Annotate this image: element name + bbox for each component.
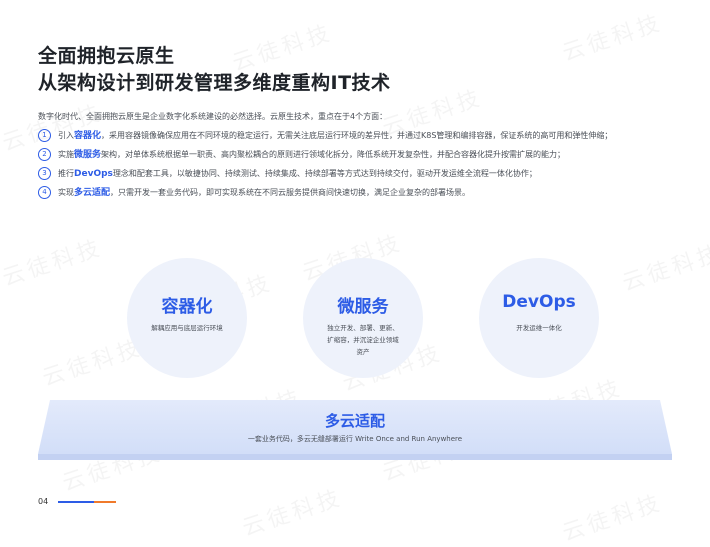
watermark: 云徒科技 [618,235,710,298]
watermark: 云徒科技 [558,485,667,547]
item-text: ，采用容器镜像确保应用在不同环境的稳定运行，无需关注底层运行环境的差异性，并通过… [101,131,613,140]
number-badge: 1 [38,129,51,142]
multi-cloud-platform: 多云适配 一套业务代码，多云无缝部署运行 Write Once and Run … [38,400,672,460]
watermark: 云徒科技 [0,230,106,293]
platform-title: 多云适配 [324,412,385,430]
pillar-containerization: 容器化 解耦应用与底层运行环境 [127,258,247,378]
pillar-microservices: 微服务 独立开发、部署、更新、扩缩容，并沉淀企业领域资产 [303,258,423,378]
page-title: 全面拥抱云原生 [38,45,175,67]
number-badge: 2 [38,148,51,161]
item-prefix: 引入 [58,131,74,140]
pillar-title: 微服务 [337,297,389,317]
list-item: 4 实现多云适配，只需开发一套业务代码，即可实现系统在不同云服务提供商间快速切换… [38,186,678,200]
number-badge: 3 [38,167,51,180]
pillar-desc: 开发运维一体化 [516,324,562,332]
page-subtitle: 从架构设计到研发管理多维度重构IT技术 [38,72,391,94]
key-points-list: 1 引入容器化，采用容器镜像确保应用在不同环境的稳定运行，无需关注底层运行环境的… [38,129,678,205]
pillar-title: DevOps [502,292,576,312]
item-text: ，只需开发一套业务代码，即可实现系统在不同云服务提供商间快速切换，满足企业复杂的… [110,188,471,197]
footer-bar-orange [94,501,116,503]
item-prefix: 实施 [58,150,74,159]
item-keyword: 多云适配 [74,188,111,198]
page-number: 04 [38,497,49,506]
footer-bar-blue [58,501,94,503]
number-badge: 4 [38,186,51,199]
pillar-desc: 独立开发、部署、更新、扩缩容，并沉淀企业领域资产 [327,324,399,356]
item-text: 架构，对单体系统根据单一职责、高内聚松耦合的原则进行领域化拆分，降低系统开发复杂… [101,150,566,159]
item-prefix: 推行 [58,169,74,178]
list-item: 1 引入容器化，采用容器镜像确保应用在不同环境的稳定运行，无需关注底层运行环境的… [38,129,678,143]
item-keyword: 微服务 [74,150,102,160]
watermark: 云徒科技 [238,480,347,543]
platform-desc: 一套业务代码，多云无缝部署运行 Write Once and Run Anywh… [247,435,463,443]
item-text: 理念和配套工具，以敏捷协同、持续测试、持续集成、持续部署等方式达到持续交付，驱动… [112,169,537,178]
pillar-devops: DevOps 开发运维一体化 [479,258,599,378]
watermark: 云徒科技 [558,5,667,68]
pillar-desc: 解耦应用与底层运行环境 [151,324,223,332]
item-keyword: DevOps [74,169,113,179]
intro-text: 数字化时代、全面拥抱云原生是企业数字化系统建设的必然选择。云原生技术，重点在于4… [38,112,388,121]
list-item: 2 实施微服务架构，对单体系统根据单一职责、高内聚松耦合的原则进行领域化拆分，降… [38,148,678,162]
item-prefix: 实现 [58,188,74,197]
item-keyword: 容器化 [74,131,102,141]
pillar-title: 容器化 [161,297,213,317]
list-item: 3 推行DevOps理念和配套工具，以敏捷协同、持续测试、持续集成、持续部署等方… [38,167,678,181]
